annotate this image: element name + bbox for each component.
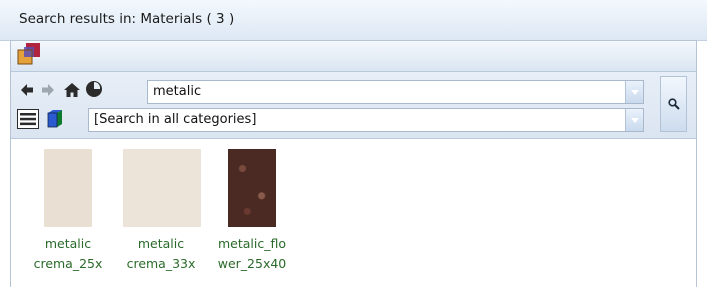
title-bar: Search results in: Materials ( 3 ) (0, 0, 707, 41)
materials-search-window: Search results in: Materials ( 3 ) metal… (0, 0, 707, 287)
material-label: metalic crema_33x (123, 234, 199, 274)
search-query-combobox[interactable]: metalic (147, 80, 644, 104)
search-query-value: metalic (153, 84, 202, 99)
forward-arrow-icon[interactable] (37, 79, 58, 100)
material-label: metalic crema_25x (30, 234, 106, 274)
category-cube-icon[interactable] (42, 108, 66, 129)
material-item[interactable]: metalic_flo wer_25x40 (214, 149, 290, 274)
clock-icon[interactable] (83, 78, 104, 99)
material-thumbnail (228, 149, 276, 227)
material-item[interactable]: metalic crema_25x (30, 149, 106, 274)
material-thumbnail (123, 149, 201, 227)
material-label-line: metalic (137, 236, 185, 251)
results-grid: metalic crema_25x metalic crema_33x meta… (11, 139, 696, 287)
search-category-value: [Search in all categories] (94, 112, 257, 127)
search-button[interactable] (660, 76, 687, 132)
home-icon[interactable] (61, 79, 82, 100)
magnifier-icon (667, 95, 680, 114)
chevron-down-icon[interactable] (625, 109, 643, 131)
back-arrow-icon[interactable] (16, 79, 37, 100)
material-label: metalic_flo wer_25x40 (214, 234, 290, 274)
ribbon-bar (11, 41, 696, 72)
materials-app-icon[interactable] (16, 42, 42, 70)
material-label-line: crema_25x (33, 256, 103, 271)
window-title: Search results in: Materials ( 3 ) (19, 11, 235, 27)
material-label-line: metalic_flo (217, 236, 287, 251)
library-panel: metalic [Search in all categories] metal… (10, 40, 697, 287)
material-item[interactable]: metalic crema_33x (123, 149, 201, 274)
search-toolbar: metalic [Search in all categories] (11, 72, 696, 139)
search-category-combobox[interactable]: [Search in all categories] (88, 108, 644, 132)
chevron-down-icon[interactable] (625, 81, 643, 103)
material-label-line: wer_25x40 (217, 256, 287, 271)
material-label-line: crema_33x (126, 256, 196, 271)
material-label-line: metalic (44, 236, 92, 251)
material-thumbnail (44, 149, 92, 227)
list-view-icon[interactable] (16, 108, 40, 129)
